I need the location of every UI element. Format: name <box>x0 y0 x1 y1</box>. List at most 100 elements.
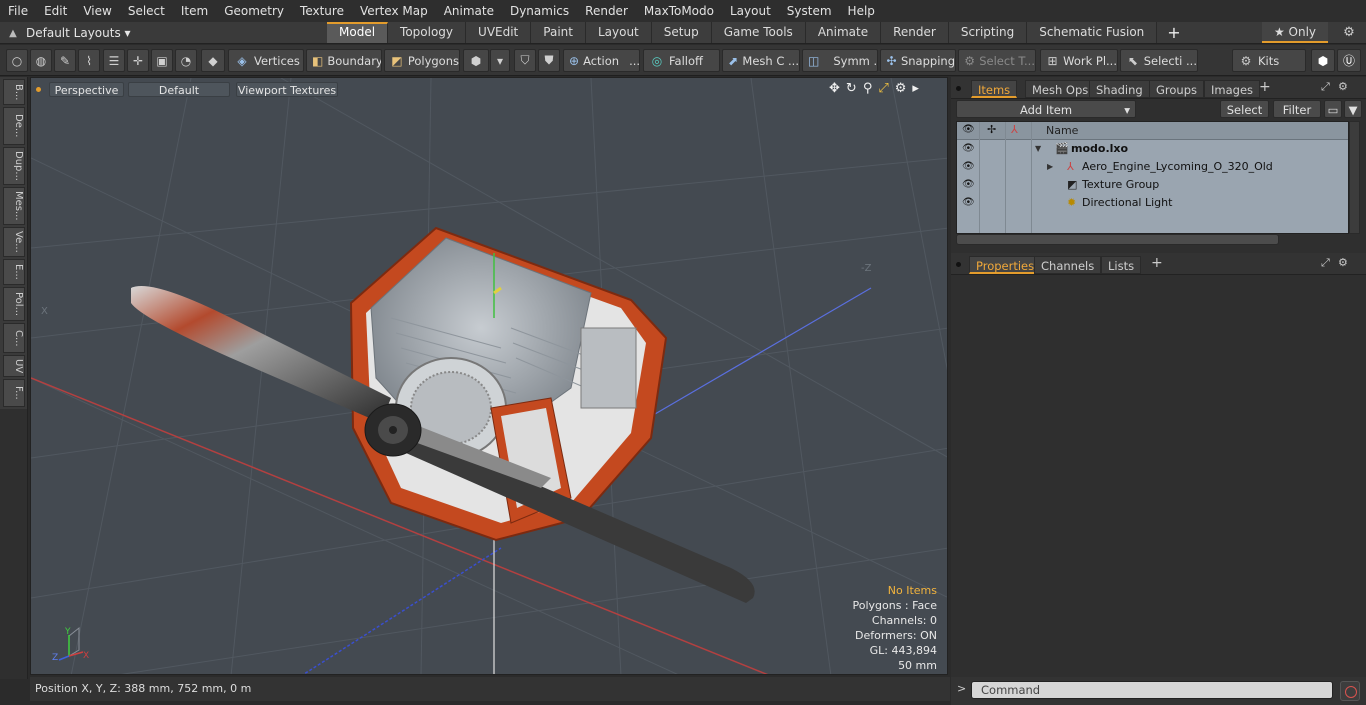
viewport-textures-button[interactable]: Viewport Textures <box>236 82 338 97</box>
collapse-triangle-icon[interactable]: ▼ <box>1035 144 1041 153</box>
menu-layout[interactable]: Layout <box>722 0 779 22</box>
snap-circle-button[interactable]: ◔ <box>175 49 197 72</box>
modo-logo-button[interactable]: ⬢ <box>1311 49 1335 72</box>
menu-render[interactable]: Render <box>577 0 636 22</box>
viewport-menu-dot-icon[interactable] <box>36 87 41 92</box>
tab-layout[interactable]: Layout <box>585 22 652 43</box>
zoom-icon[interactable]: ⚲ <box>863 81 873 96</box>
menu-help[interactable]: Help <box>840 0 883 22</box>
polygons-button[interactable]: ◩ Polygons <box>384 49 460 72</box>
left-tab-mesh-edit[interactable]: Mes... <box>3 187 25 225</box>
left-tab-edge[interactable]: E... <box>3 259 25 285</box>
visibility-eye-icon[interactable]: 👁 <box>962 124 975 135</box>
left-tab-duplicate[interactable]: Dup... <box>3 147 25 185</box>
expand-props-icon[interactable]: ⤢ <box>1321 256 1330 270</box>
filter-button[interactable]: Filter <box>1273 100 1321 118</box>
snapping-button[interactable]: ✣ Snapping <box>880 49 956 72</box>
shading-default-button[interactable]: Default <box>128 82 230 97</box>
item-list[interactable]: 👁 ✢ ⅄ Name 👁 ▼ 🎬 modo.lxo 👁 ▶ ⅄ Aero_Eng… <box>956 121 1349 234</box>
item-type-icon[interactable]: ⅄ <box>1011 123 1018 136</box>
left-tab-uv[interactable]: UV <box>3 355 25 377</box>
tab-items[interactable]: Items <box>971 80 1018 98</box>
add-panel-tab-plus-icon[interactable]: + <box>1259 79 1271 95</box>
eye-icon[interactable]: 👁 <box>962 161 975 172</box>
menu-item[interactable]: Item <box>173 0 216 22</box>
tab-model[interactable]: Model <box>327 22 389 43</box>
tab-paint[interactable]: Paint <box>531 22 586 43</box>
tab-game-tools[interactable]: Game Tools <box>711 22 806 43</box>
symmetry-x-button[interactable]: ⛉ <box>514 49 536 72</box>
eye-icon[interactable]: 👁 <box>962 197 975 208</box>
layout-select[interactable]: Default Layouts ▾ <box>26 26 326 40</box>
menu-select[interactable]: Select <box>120 0 173 22</box>
left-tab-vertex[interactable]: Ve... <box>3 227 25 257</box>
menu-texture[interactable]: Texture <box>292 0 352 22</box>
pen-button[interactable]: ✎ <box>54 49 76 72</box>
left-tab-basic[interactable]: B... <box>3 79 25 105</box>
material-button[interactable]: ⬢ <box>463 49 489 72</box>
expand-panel-icon[interactable]: ⤢ <box>1321 80 1330 94</box>
tab-channels[interactable]: Channels <box>1034 256 1102 274</box>
left-tab-curve[interactable]: C... <box>3 323 25 353</box>
action-center-button[interactable]: ⊕ Action... <box>563 49 640 72</box>
material-dropdown[interactable]: ▾ <box>490 49 510 72</box>
column-name-header[interactable]: Name <box>1046 124 1078 137</box>
list-item-scene[interactable]: 👁 ▼ 🎬 modo.lxo <box>957 140 1348 158</box>
props-gear-icon[interactable]: ⚙ <box>1338 256 1348 269</box>
tab-schematic-fusion[interactable]: Schematic Fusion <box>1027 22 1158 43</box>
only-toggle[interactable]: ★ Only <box>1262 22 1328 43</box>
viewport-expand-arrow-icon[interactable]: ▸ <box>912 81 919 96</box>
menu-vertex-map[interactable]: Vertex Map <box>352 0 436 22</box>
tab-shading[interactable]: Shading <box>1089 80 1150 98</box>
tab-properties[interactable]: Properties <box>969 256 1042 274</box>
mesh-constraints-button[interactable]: ⬈ Mesh C ... <box>722 49 800 72</box>
item-list-vertical-scrollbar[interactable] <box>1349 121 1360 234</box>
kits-button[interactable]: ⚙ Kits <box>1232 49 1306 72</box>
tab-animate[interactable]: Animate <box>805 22 882 43</box>
tab-groups[interactable]: Groups <box>1149 80 1205 98</box>
list-item-texture-group[interactable]: 👁 ◩ Texture Group <box>957 176 1348 194</box>
globe-button[interactable]: ◍ <box>30 49 52 72</box>
menu-view[interactable]: View <box>75 0 119 22</box>
tab-uvedit[interactable]: UVEdit <box>466 22 532 43</box>
filter-funnel-icon[interactable]: ▼ <box>1344 100 1362 118</box>
eye-icon[interactable]: 👁 <box>962 179 975 190</box>
maximize-icon[interactable]: ⤢ <box>878 81 888 96</box>
menu-dynamics[interactable]: Dynamics <box>502 0 577 22</box>
tab-render[interactable]: Render <box>881 22 949 43</box>
command-input[interactable]: Command <box>971 681 1333 699</box>
tab-mesh-ops[interactable]: Mesh Ops <box>1025 80 1096 98</box>
tab-images[interactable]: Images <box>1204 80 1261 98</box>
left-tab-fusion[interactable]: F... <box>3 379 25 407</box>
menu-edit[interactable]: Edit <box>36 0 75 22</box>
3d-viewport[interactable]: X -Z Y X Z Perspective Default Viewport … <box>30 77 948 675</box>
select-through-button[interactable]: ⚙ Select T... <box>958 49 1036 72</box>
selection-sets-button[interactable]: ⬉ Selecti ... <box>1120 49 1198 72</box>
unreal-logo-button[interactable]: Ⓤ <box>1337 49 1361 72</box>
tab-topology[interactable]: Topology <box>388 22 467 43</box>
add-item-dropdown[interactable]: Add Item ▾ <box>956 100 1136 118</box>
collapse-list-button[interactable]: ▭ <box>1324 100 1342 118</box>
symmetry-button[interactable]: ◫Symm ... <box>802 49 878 72</box>
align-button[interactable]: ☰ <box>103 49 125 72</box>
panel-menu-dot-icon[interactable] <box>956 86 961 91</box>
eye-icon[interactable]: 👁 <box>962 143 975 154</box>
center-button[interactable]: ✛ <box>127 49 149 72</box>
work-plane-button[interactable]: ⊞ Work Pl... <box>1040 49 1118 72</box>
add-tab-plus-icon[interactable]: + <box>1157 22 1190 44</box>
symmetry-y-button[interactable]: ⛊ <box>538 49 560 72</box>
menu-animate[interactable]: Animate <box>436 0 502 22</box>
vertices-button[interactable]: ◈ Vertices <box>228 49 304 72</box>
item-mode-button[interactable]: ◆ <box>201 49 225 72</box>
expand-triangle-icon[interactable]: ▶ <box>1047 162 1053 171</box>
menu-file[interactable]: File <box>0 0 36 22</box>
add-props-tab-plus-icon[interactable]: + <box>1151 255 1163 271</box>
menu-system[interactable]: System <box>779 0 840 22</box>
tab-lists[interactable]: Lists <box>1101 256 1142 274</box>
viewport-gear-icon[interactable]: ⚙ <box>895 81 907 96</box>
rotate-view-icon[interactable]: ↻ <box>846 81 857 96</box>
panel-gear-icon[interactable]: ⚙ <box>1338 80 1348 93</box>
boundary-button[interactable]: ◧ Boundary <box>306 49 382 72</box>
circle-select-button[interactable]: ○ <box>6 49 28 72</box>
brush-button[interactable]: ⌇ <box>78 49 100 72</box>
